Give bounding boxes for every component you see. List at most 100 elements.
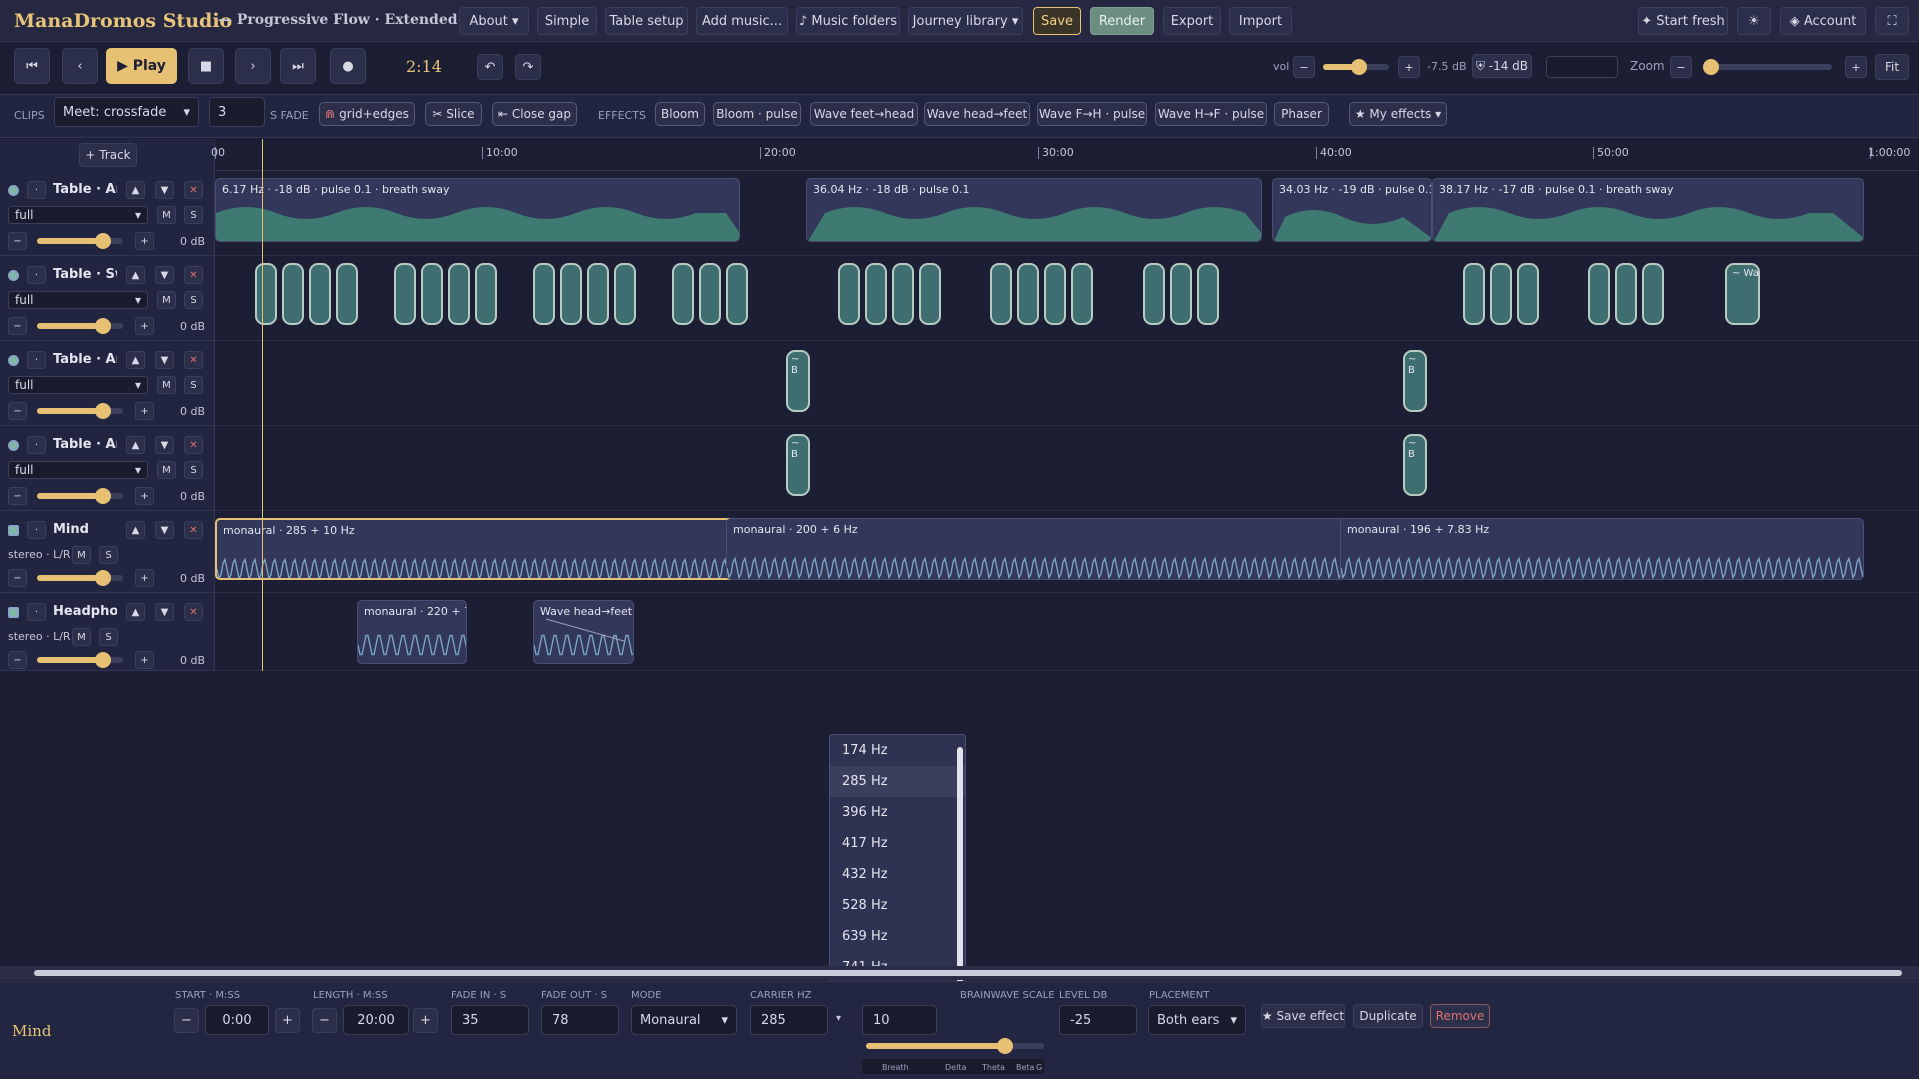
clip-sweep[interactable] bbox=[309, 263, 331, 325]
track-gain-slider[interactable] bbox=[37, 488, 123, 504]
skip-end-icon[interactable]: ⏭ bbox=[280, 48, 316, 84]
mute-button[interactable]: M bbox=[157, 461, 176, 479]
brainwave-slider[interactable] bbox=[866, 1038, 1044, 1054]
carrier-input[interactable]: 285 bbox=[750, 1005, 828, 1035]
clip-sweep[interactable] bbox=[394, 263, 416, 325]
dropdown-option[interactable]: 285 Hz bbox=[830, 766, 965, 797]
collapse-icon[interactable]: · bbox=[27, 351, 46, 369]
clip-sweep[interactable] bbox=[1517, 263, 1539, 325]
gain-down-button[interactable]: − bbox=[8, 569, 27, 587]
close-icon[interactable]: ✕ bbox=[184, 266, 203, 284]
track-mode-select[interactable]: full ▾ bbox=[8, 206, 148, 224]
about-menu[interactable]: About ▾ bbox=[459, 7, 529, 35]
fade-input[interactable]: 3 bbox=[209, 97, 265, 127]
playhead[interactable] bbox=[262, 139, 263, 671]
move-up-icon[interactable]: ▲ bbox=[126, 266, 145, 284]
solo-button[interactable]: S bbox=[99, 628, 118, 646]
length-input[interactable]: 20:00 bbox=[343, 1005, 409, 1035]
step-back-icon[interactable]: ‹ bbox=[62, 48, 98, 84]
mute-button[interactable]: M bbox=[72, 546, 91, 564]
fade-out-input[interactable]: 78 bbox=[541, 1005, 619, 1035]
track-gain-slider[interactable] bbox=[37, 318, 123, 334]
render-button[interactable]: Render bbox=[1090, 7, 1154, 35]
clip-sweep[interactable] bbox=[614, 263, 636, 325]
effect-wave-head-feet[interactable]: Wave head→feet bbox=[924, 102, 1030, 126]
start-plus-button[interactable]: + bbox=[275, 1008, 300, 1033]
track-mode-select[interactable]: full ▾ bbox=[8, 461, 148, 479]
track-color-icon[interactable] bbox=[8, 607, 19, 618]
clip-sweep[interactable] bbox=[1463, 263, 1485, 325]
move-up-icon[interactable]: ▲ bbox=[126, 351, 145, 369]
move-down-icon[interactable]: ▼ bbox=[155, 181, 174, 199]
track-name[interactable]: Mind bbox=[53, 522, 117, 537]
clip-sweep[interactable] bbox=[1197, 263, 1219, 325]
record-icon[interactable]: ● bbox=[330, 48, 366, 84]
move-down-icon[interactable]: ▼ bbox=[155, 603, 174, 621]
carrier-hz-dropdown[interactable]: 174 Hz 285 Hz 396 Hz 417 Hz 432 Hz 528 Hz 639 … bbox=[829, 734, 966, 1002]
clip-sweep[interactable] bbox=[990, 263, 1012, 325]
lane-arc-1[interactable] bbox=[215, 341, 1919, 426]
clip-sweep[interactable] bbox=[448, 263, 470, 325]
scroll-thumb[interactable] bbox=[34, 970, 1902, 976]
clip-sweep[interactable] bbox=[838, 263, 860, 325]
mute-button[interactable]: M bbox=[72, 628, 91, 646]
volume-slider[interactable] bbox=[1323, 59, 1389, 75]
move-down-icon[interactable]: ▼ bbox=[155, 266, 174, 284]
zoom-slider[interactable] bbox=[1703, 59, 1832, 75]
gain-up-button[interactable]: + bbox=[135, 317, 154, 335]
clip-sweep[interactable] bbox=[1642, 263, 1664, 325]
time-input[interactable] bbox=[1546, 56, 1618, 78]
add-music-button[interactable]: Add music... bbox=[696, 7, 788, 35]
effect-wave-hf-pulse[interactable]: Wave H→F · pulse bbox=[1155, 102, 1267, 126]
gain-up-button[interactable]: + bbox=[135, 651, 154, 669]
lane-headphones[interactable] bbox=[215, 593, 1919, 671]
collapse-icon[interactable]: · bbox=[27, 436, 46, 454]
clip-sweep[interactable] bbox=[1490, 263, 1512, 325]
gain-up-button[interactable]: + bbox=[135, 232, 154, 250]
clip-mind-3[interactable]: monaural · 196 + 7.83 Hz bbox=[1340, 518, 1864, 580]
track-color-icon[interactable] bbox=[8, 355, 19, 366]
gain-down-button[interactable]: − bbox=[8, 487, 27, 505]
save-button[interactable]: Save bbox=[1033, 7, 1081, 35]
level-input[interactable]: -25 bbox=[1059, 1005, 1137, 1035]
dropdown-option[interactable]: 174 Hz bbox=[830, 735, 965, 766]
track-name[interactable]: Table · Sweep bbox=[53, 267, 117, 282]
track-color-icon[interactable] bbox=[8, 525, 19, 536]
gain-down-button[interactable]: − bbox=[8, 651, 27, 669]
gain-down-button[interactable]: − bbox=[8, 402, 27, 420]
close-gap-button[interactable]: ⇤ Close gap bbox=[492, 102, 577, 126]
collapse-icon[interactable]: · bbox=[27, 266, 46, 284]
fade-in-input[interactable]: 35 bbox=[451, 1005, 529, 1035]
track-gain-slider[interactable] bbox=[37, 233, 123, 249]
clip-mind-2[interactable]: monaural · 200 + 6 Hz bbox=[726, 518, 1346, 580]
volume-up-button[interactable]: + bbox=[1398, 56, 1420, 78]
project-title[interactable]: — Progressive Flow · Extended ✎ bbox=[218, 12, 474, 28]
track-mode-select[interactable]: full ▾ bbox=[8, 291, 148, 309]
track-name[interactable]: Table · Arc bbox=[53, 352, 117, 367]
clip-sweep[interactable] bbox=[865, 263, 887, 325]
clip-sweep[interactable] bbox=[726, 263, 748, 325]
clip-headphones-2[interactable]: Wave head→feet bbox=[533, 600, 634, 664]
close-icon[interactable]: ✕ bbox=[184, 181, 203, 199]
track-color-icon[interactable] bbox=[8, 185, 19, 196]
gain-down-button[interactable]: − bbox=[8, 317, 27, 335]
clip-sweep[interactable] bbox=[560, 263, 582, 325]
close-icon[interactable]: ✕ bbox=[184, 436, 203, 454]
clip-arc-1b[interactable]: ~ B bbox=[1403, 350, 1427, 412]
move-down-icon[interactable]: ▼ bbox=[155, 521, 174, 539]
stop-icon[interactable]: ■ bbox=[188, 48, 224, 84]
start-fresh-button[interactable]: ✦ Start fresh bbox=[1638, 7, 1728, 35]
move-up-icon[interactable]: ▲ bbox=[126, 521, 145, 539]
remove-button[interactable]: Remove bbox=[1430, 1004, 1490, 1028]
clip-sweep[interactable] bbox=[919, 263, 941, 325]
clip-sweep[interactable] bbox=[421, 263, 443, 325]
clip-sweep[interactable] bbox=[282, 263, 304, 325]
track-gain-slider[interactable] bbox=[37, 570, 123, 586]
account-button[interactable]: ◈ Account bbox=[1780, 7, 1866, 35]
track-mode-select[interactable]: full ▾ bbox=[8, 376, 148, 394]
grid-edges-toggle[interactable]: ⋒ grid+edges bbox=[319, 102, 415, 126]
my-effects-menu[interactable]: ★ My effects ▾ bbox=[1349, 102, 1447, 126]
clip-sweep[interactable] bbox=[892, 263, 914, 325]
step-forward-icon[interactable]: › bbox=[235, 48, 271, 84]
gain-down-button[interactable]: − bbox=[8, 232, 27, 250]
